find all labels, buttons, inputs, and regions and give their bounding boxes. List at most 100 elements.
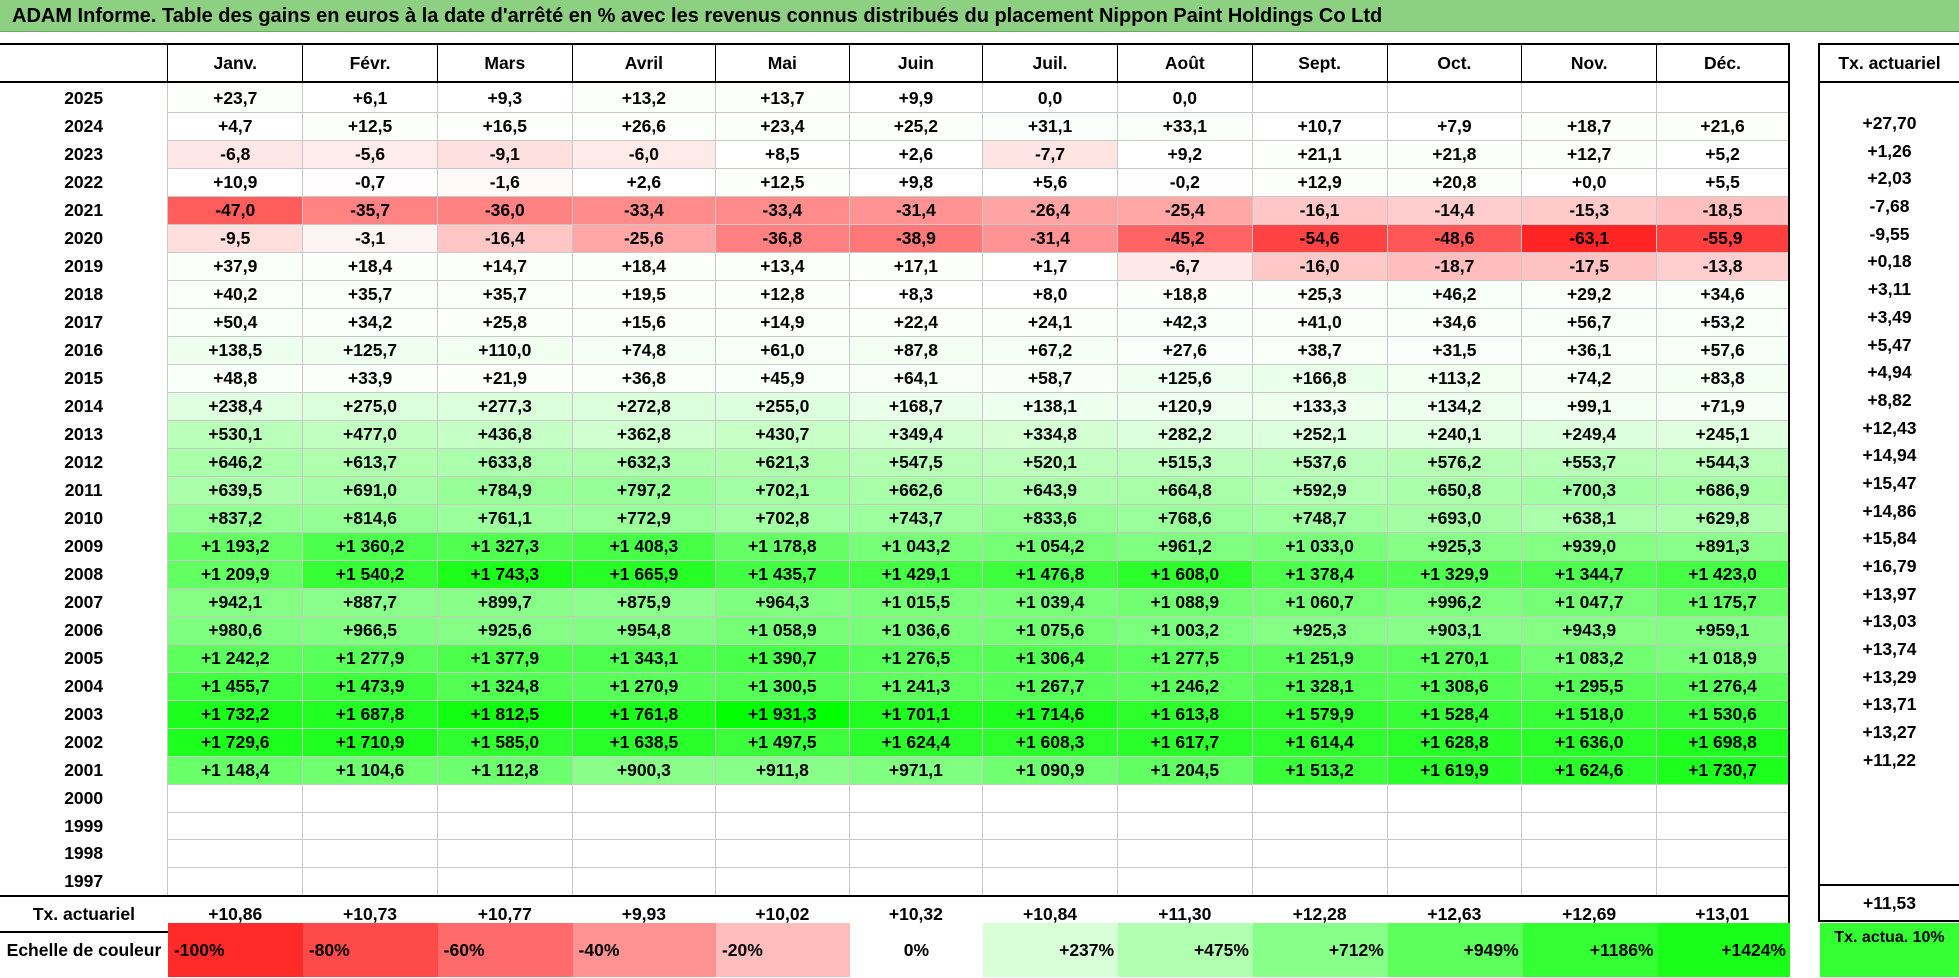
gain-cell: +646,2 (167, 448, 304, 477)
color-scale-step: -80% (302, 923, 438, 977)
gain-cell: +1 455,7 (167, 672, 304, 701)
table-row: 2014 +238,4 +275,0 +277,3 +272,8 +255,0 +168,7… (0, 392, 1791, 421)
gain-cell: +14,7 (436, 252, 573, 281)
gain-cell: +5,5 (1656, 168, 1791, 197)
gain-cell: +761,1 (436, 504, 573, 533)
gain-cell: +1 058,9 (715, 616, 850, 645)
gain-cell: +961,2 (1116, 532, 1253, 561)
table-row: 2015 +48,8 +33,9 +21,9 +36,8 +45,9 +64,1 +58,7 +… (0, 364, 1791, 393)
gain-cell: +1 003,2 (1116, 616, 1253, 645)
gain-cell: 0,0 (1116, 81, 1253, 113)
gain-cell: +87,8 (848, 336, 984, 365)
gain-cell: +1 039,4 (982, 588, 1118, 617)
gain-cell: +629,8 (1656, 504, 1791, 533)
color-scale-step: 0% (849, 923, 984, 977)
row-year: 1998 (64, 843, 104, 864)
actuarial-rate-cell: +13,29 (1818, 663, 1959, 692)
gain-cell: +12,8 (715, 280, 850, 309)
gain-cell: +1 730,7 (1656, 756, 1791, 785)
gain-cell: +1 628,8 (1386, 728, 1523, 757)
gain-cell: +1 513,2 (1251, 756, 1388, 785)
gain-cell: +34,6 (1656, 280, 1791, 309)
gain-cell: +1 585,0 (436, 728, 573, 757)
gain-cell: +1 476,8 (982, 560, 1118, 589)
gain-cell: +1 277,5 (1116, 644, 1253, 673)
gain-cell: +12,9 (1251, 168, 1388, 197)
gain-cell: +954,8 (571, 616, 717, 645)
gain-cell: +134,2 (1386, 392, 1523, 421)
gain-cell: +1 617,7 (1116, 728, 1253, 757)
row-year: 2023 (64, 144, 104, 164)
table-row: 2011 +639,5 +691,0 +784,9 +797,2 +702,1 +662,6… (0, 476, 1791, 505)
actuarial-rate-cell (1818, 774, 1959, 802)
gain-cell: +1 112,8 (436, 756, 573, 785)
gain-cell: -31,4 (848, 196, 984, 225)
actuarial-rate-cell: +11,22 (1818, 746, 1959, 775)
gain-cell: +1 701,1 (848, 700, 984, 729)
gain-cell: +25,2 (848, 112, 984, 141)
gain-cell: +275,0 (302, 392, 438, 421)
gain-cell: +12,5 (715, 168, 850, 197)
gain-cell: +1,7 (982, 252, 1118, 281)
actuarial-rate-cell: +15,47 (1818, 469, 1959, 498)
gain-cell: +911,8 (715, 756, 850, 785)
gain-cell: +53,2 (1656, 308, 1791, 337)
gain-cell: +12,7 (1521, 140, 1658, 169)
month-header: Sept. (1251, 43, 1387, 83)
gain-cell (848, 867, 984, 897)
row-year: 2025 (64, 88, 104, 109)
gain-cell: +26,6 (571, 112, 717, 141)
gain-cell: +362,8 (571, 420, 717, 449)
color-scale-step: -40% (572, 923, 716, 977)
gain-cell: +48,8 (167, 364, 304, 393)
color-scale-step: +237% (983, 923, 1119, 977)
gain-cell: +1 429,1 (848, 560, 984, 589)
table-row: 2004 +1 455,7 +1 473,9 +1 324,8 +1 270,9 +1 3… (0, 672, 1791, 701)
color-scale-label: Echelle de couleur (6, 940, 162, 960)
gain-cell: +520,1 (982, 448, 1118, 477)
actuarial-rate-cell: +5,47 (1818, 331, 1959, 359)
gain-cell: +1 687,8 (302, 700, 438, 729)
gain-cell: +67,2 (982, 336, 1118, 365)
gain-cell: +14,9 (715, 308, 850, 337)
row-year: 2009 (64, 536, 104, 556)
gain-cell: -1,6 (436, 168, 573, 197)
month-header: Mai (715, 43, 850, 83)
actuarial-rate-cell: +13,97 (1818, 580, 1959, 609)
gain-cell: +83,8 (1656, 364, 1791, 393)
actuarial-rate-cell (1818, 857, 1959, 885)
table-row: 2009 +1 193,2 +1 360,2 +1 327,3 +1 408,3 +1 1… (0, 532, 1791, 561)
table-row: 2006 +980,6 +966,5 +925,6 +954,8 +1 058,9 +1 0… (0, 616, 1791, 645)
actuarial-rate-cell: +16,79 (1818, 552, 1959, 581)
month-header: Août (1116, 43, 1253, 83)
gain-cell: +430,7 (715, 420, 850, 449)
table-row: 1999 (0, 811, 1791, 841)
row-year: 2014 (64, 396, 104, 416)
gain-cell: +1 036,6 (848, 616, 984, 645)
gain-cell (1116, 839, 1253, 869)
row-year: 2010 (64, 508, 104, 528)
gain-cell: +33,1 (1116, 112, 1253, 141)
gain-cell: -16,1 (1251, 196, 1388, 225)
gain-cell: +702,1 (715, 476, 850, 505)
gain-cell (1521, 867, 1658, 897)
gain-cell: +15,6 (571, 308, 717, 337)
gain-cell: +1 327,3 (436, 532, 573, 561)
gain-cell (1656, 81, 1791, 113)
row-year: 2005 (64, 648, 104, 668)
actuarial-rate-table: Tx. actuariel +27,70 +1,26 +2,03 -7,68 -9,55… (1818, 43, 1959, 922)
gain-cell: +1 295,5 (1521, 672, 1658, 701)
gain-cell: +113,2 (1386, 364, 1523, 393)
gain-cell (1656, 839, 1791, 869)
actuarial-rate-cell (1818, 801, 1959, 830)
gain-cell: +1 473,9 (302, 672, 438, 701)
gain-cell: -45,2 (1116, 224, 1253, 253)
table-row: 2005 +1 242,2 +1 277,9 +1 377,9 +1 343,1 +1 3… (0, 644, 1791, 673)
gain-cell: +21,8 (1386, 140, 1523, 169)
gain-cell: +1 624,6 (1521, 756, 1658, 785)
gain-cell (1386, 839, 1523, 869)
row-year: 2021 (64, 200, 104, 220)
gain-cell (715, 839, 850, 869)
gain-cell: +35,7 (436, 280, 573, 309)
row-year: 2002 (64, 732, 104, 752)
